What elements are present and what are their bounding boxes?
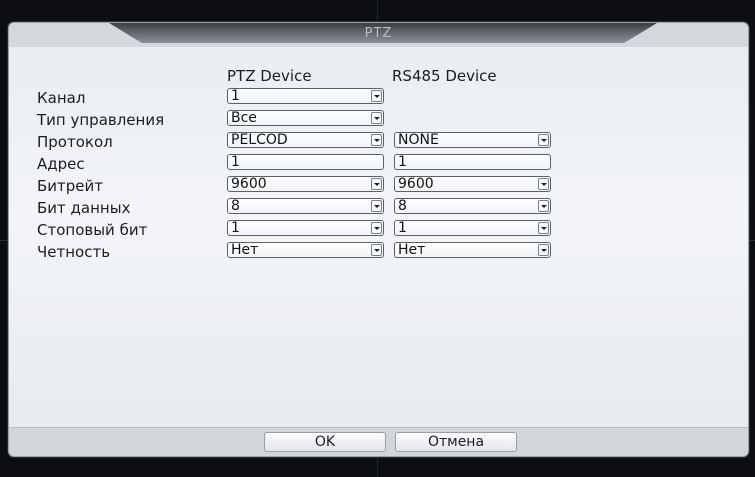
chevron-down-icon[interactable] <box>538 134 549 146</box>
ptz-data-bits-value: 8 <box>231 198 240 214</box>
channel-select[interactable]: 1 <box>227 88 384 104</box>
rs485-protocol-select[interactable]: NONE <box>394 132 551 148</box>
chevron-down-icon[interactable] <box>538 222 549 234</box>
rs485-address-input[interactable]: 1 <box>394 154 551 170</box>
chevron-down-icon[interactable] <box>538 200 549 212</box>
label-baudrate: Битрейт <box>37 177 104 195</box>
control-type-select[interactable]: Все <box>227 110 384 126</box>
ptz-parity-value: Нет <box>231 242 259 258</box>
rs485-data-bits-select[interactable]: 8 <box>394 198 551 214</box>
ptz-address-input[interactable]: 1 <box>227 154 384 170</box>
channel-value: 1 <box>231 88 240 104</box>
chevron-down-icon[interactable] <box>371 112 382 124</box>
label-data-bits: Бит данных <box>37 199 131 217</box>
chevron-down-icon[interactable] <box>371 178 382 190</box>
chevron-down-icon[interactable] <box>371 222 382 234</box>
label-address: Адрес <box>37 155 85 173</box>
button-bar: OK Отмена <box>9 427 748 456</box>
cancel-button[interactable]: Отмена <box>395 432 517 452</box>
rs485-address-value: 1 <box>398 154 407 170</box>
chevron-down-icon[interactable] <box>538 244 549 256</box>
title-bar: PTZ <box>9 23 748 47</box>
ptz-address-value: 1 <box>231 154 240 170</box>
control-type-value: Все <box>231 110 257 126</box>
ptz-stop-bit-value: 1 <box>231 220 240 236</box>
rs485-baudrate-select[interactable]: 9600 <box>394 176 551 192</box>
label-parity: Четность <box>37 243 111 261</box>
ptz-parity-select[interactable]: Нет <box>227 242 384 258</box>
label-control-type: Тип управления <box>37 111 165 129</box>
chevron-down-icon[interactable] <box>371 244 382 256</box>
chevron-down-icon[interactable] <box>538 178 549 190</box>
rs485-protocol-value: NONE <box>398 132 439 148</box>
column-header-rs485-device: RS485 Device <box>392 67 497 85</box>
ptz-stop-bit-select[interactable]: 1 <box>227 220 384 236</box>
label-protocol: Протокол <box>37 133 113 151</box>
rs485-parity-select[interactable]: Нет <box>394 242 551 258</box>
label-stop-bit: Стоповый бит <box>37 221 148 239</box>
ptz-baudrate-value: 9600 <box>231 176 267 192</box>
label-channel: Канал <box>37 89 86 107</box>
rs485-stop-bit-value: 1 <box>398 220 407 236</box>
chevron-down-icon[interactable] <box>371 90 382 102</box>
ptz-protocol-select[interactable]: PELCOD <box>227 132 384 148</box>
ptz-baudrate-select[interactable]: 9600 <box>227 176 384 192</box>
rs485-data-bits-value: 8 <box>398 198 407 214</box>
ok-button[interactable]: OK <box>264 432 386 452</box>
ptz-dialog: PTZ PTZ Device RS485 Device Канал 1 Тип … <box>8 22 749 457</box>
ptz-protocol-value: PELCOD <box>231 132 288 148</box>
chevron-down-icon[interactable] <box>371 200 382 212</box>
rs485-stop-bit-select[interactable]: 1 <box>394 220 551 236</box>
ptz-data-bits-select[interactable]: 8 <box>227 198 384 214</box>
chevron-down-icon[interactable] <box>371 134 382 146</box>
dialog-title: PTZ <box>364 26 393 41</box>
rs485-parity-value: Нет <box>398 242 426 258</box>
rs485-baudrate-value: 9600 <box>398 176 434 192</box>
column-header-ptz-device: PTZ Device <box>227 67 312 85</box>
